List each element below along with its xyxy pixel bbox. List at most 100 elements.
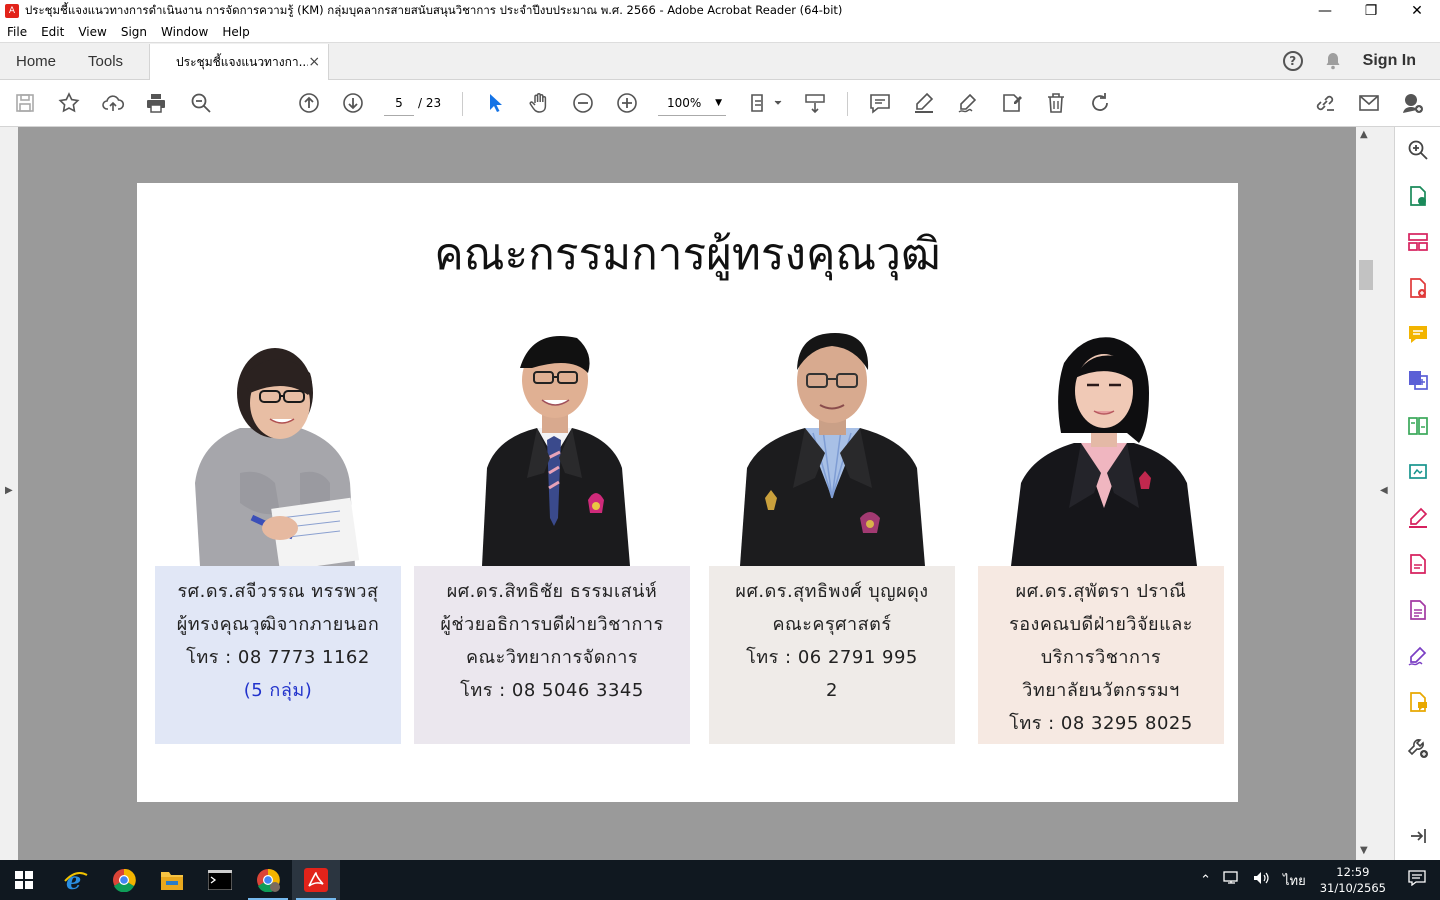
scroll-down-icon[interactable]: ▼ xyxy=(1360,845,1368,856)
save-icon[interactable] xyxy=(12,90,38,116)
minimize-button[interactable]: — xyxy=(1302,0,1348,22)
document-viewport[interactable]: ▶ คณะกรรมการผู้ทรงคุณวุฒิ รศ.ดร.สจีวรรณ … xyxy=(0,127,1394,860)
rotate-icon[interactable] xyxy=(1087,90,1113,116)
toolbar: 5 / 23 100% ▼ xyxy=(0,80,1440,127)
delete-trash-icon[interactable] xyxy=(1043,90,1069,116)
collapse-tools-icon[interactable] xyxy=(1405,823,1431,849)
left-panel-toggle[interactable]: ▶ xyxy=(0,127,18,860)
tab-document[interactable]: ประชุมชี้แจงแนวทางกา... × xyxy=(149,44,330,80)
zoom-in-icon[interactable] xyxy=(614,90,640,116)
file-explorer-icon[interactable] xyxy=(148,860,196,900)
compare-files-icon[interactable] xyxy=(1405,413,1431,439)
comment-tool-icon[interactable] xyxy=(1405,321,1431,347)
user-add-icon[interactable] xyxy=(1400,90,1426,116)
create-pdf-icon[interactable] xyxy=(1405,275,1431,301)
sign-pen-icon[interactable] xyxy=(1405,643,1431,669)
member-photo-4 xyxy=(1011,337,1197,566)
fill-sign-icon[interactable] xyxy=(1405,505,1431,531)
toolbar-divider xyxy=(462,92,463,116)
menu-view[interactable]: View xyxy=(71,25,113,39)
acrobat-taskbar-icon[interactable] xyxy=(292,860,340,900)
menu-window[interactable]: Window xyxy=(154,25,215,39)
search-zoom-icon[interactable] xyxy=(1405,137,1431,163)
member-photo-1 xyxy=(195,348,360,566)
clock[interactable]: 12:59 31/10/2565 xyxy=(1312,864,1394,896)
scrollbar-thumb[interactable] xyxy=(1359,260,1373,290)
member-dept: คณะวิทยาการจัดการ xyxy=(465,647,639,668)
clock-time: 12:59 xyxy=(1336,865,1370,879)
right-panel-toggle[interactable]: ◀ xyxy=(1376,127,1394,860)
chrome-user-icon[interactable] xyxy=(244,860,292,900)
zoom-out-search-icon[interactable] xyxy=(188,90,214,116)
hand-tool-icon[interactable] xyxy=(526,90,552,116)
start-button[interactable] xyxy=(0,860,48,900)
document-tab-label: ประชุมชี้แจงแนวทางกา... xyxy=(176,54,309,69)
member-role: คณะครุศาสตร์ xyxy=(772,614,892,635)
tab-bar: Home Tools ประชุมชี้แจงแนวทางกา... × ? S… xyxy=(0,42,1440,80)
request-signature-icon[interactable] xyxy=(1405,597,1431,623)
volume-icon[interactable] xyxy=(1247,871,1277,889)
member-phone: โทร : 08 7773 1162 xyxy=(186,647,370,668)
share-link-icon[interactable] xyxy=(1312,90,1338,116)
print-icon[interactable] xyxy=(143,90,169,116)
clock-date: 31/10/2565 xyxy=(1319,881,1386,895)
highlight-pen-icon[interactable] xyxy=(911,90,937,116)
export-pdf-icon[interactable] xyxy=(1405,183,1431,209)
bell-icon[interactable] xyxy=(1325,52,1341,70)
edit-text-icon[interactable] xyxy=(999,90,1025,116)
member-phone: โทร : 06 2791 995 xyxy=(746,647,918,668)
network-icon[interactable] xyxy=(1217,871,1247,889)
menu-help[interactable]: Help xyxy=(215,25,256,39)
notifications-icon[interactable] xyxy=(1394,870,1440,890)
scrolling-mode-icon[interactable] xyxy=(802,90,828,116)
edit-pdf-icon[interactable] xyxy=(1405,551,1431,577)
tab-tools[interactable]: Tools xyxy=(72,43,139,79)
menu-bar: File Edit View Sign Window Help xyxy=(0,22,1440,42)
chevron-up-icon[interactable]: ⌃ xyxy=(1194,873,1217,888)
page-title: คณะกรรมการผู้ทรงคุณวุฒิ xyxy=(434,229,941,280)
zoom-level-select[interactable]: 100% ▼ xyxy=(658,90,726,116)
next-page-icon[interactable] xyxy=(340,90,366,116)
send-comments-icon[interactable] xyxy=(1405,689,1431,715)
toolbar-divider xyxy=(847,92,848,116)
page-number-input[interactable]: 5 xyxy=(384,90,414,116)
member-name: ผศ.ดร.สุพัตรา ปราณี xyxy=(1015,581,1187,602)
close-tab-icon[interactable]: × xyxy=(308,54,320,70)
organize-pages-icon[interactable] xyxy=(1405,229,1431,255)
language-indicator[interactable]: ไทย xyxy=(1277,870,1312,891)
member-phone: โทร : 08 5046 3345 xyxy=(460,680,644,701)
member-card-4: ผศ.ดร.สุพัตรา ปราณี รองคณบดีฝ่ายวิจัยและ… xyxy=(978,566,1224,744)
tab-home[interactable]: Home xyxy=(0,43,72,79)
restore-button[interactable]: ❐ xyxy=(1348,0,1394,22)
cloud-upload-icon[interactable] xyxy=(100,90,126,116)
menu-file[interactable]: File xyxy=(0,25,34,39)
internet-explorer-icon[interactable]: e xyxy=(52,860,100,900)
select-cursor-icon[interactable] xyxy=(482,90,508,116)
member-dept: วิทยาลัยนวัตกรรมฯ xyxy=(1022,680,1180,701)
sign-in-button[interactable]: Sign In xyxy=(1363,52,1416,70)
more-tools-icon[interactable] xyxy=(1405,735,1431,761)
window-title: ประชุมชี้แจงแนวทางการดำเนินงาน การจัดการ… xyxy=(25,3,843,17)
zoom-out-icon[interactable] xyxy=(570,90,596,116)
terminal-icon[interactable] xyxy=(196,860,244,900)
menu-edit[interactable]: Edit xyxy=(34,25,71,39)
member-phone: โทร : 08 3295 8025 xyxy=(1009,713,1193,734)
chevron-down-icon: ▼ xyxy=(715,97,722,108)
email-icon[interactable] xyxy=(1356,90,1382,116)
combine-files-icon[interactable] xyxy=(1405,367,1431,393)
menu-sign[interactable]: Sign xyxy=(114,25,154,39)
expand-left-icon: ▶ xyxy=(5,485,13,496)
scroll-up-icon[interactable]: ▲ xyxy=(1360,129,1368,140)
previous-page-icon[interactable] xyxy=(296,90,322,116)
page-fit-icon[interactable] xyxy=(748,90,784,116)
tools-pane xyxy=(1394,127,1440,860)
help-icon[interactable]: ? xyxy=(1282,51,1303,71)
scan-ocr-icon[interactable] xyxy=(1405,459,1431,485)
bookmark-star-icon[interactable] xyxy=(56,90,82,116)
draw-sign-icon[interactable] xyxy=(955,90,981,116)
chrome-icon[interactable] xyxy=(100,860,148,900)
vertical-scrollbar[interactable]: ▲ ▼ xyxy=(1356,127,1376,860)
page-total: / 23 xyxy=(418,96,442,110)
comment-icon[interactable] xyxy=(867,90,893,116)
close-window-button[interactable]: ✕ xyxy=(1394,0,1440,22)
